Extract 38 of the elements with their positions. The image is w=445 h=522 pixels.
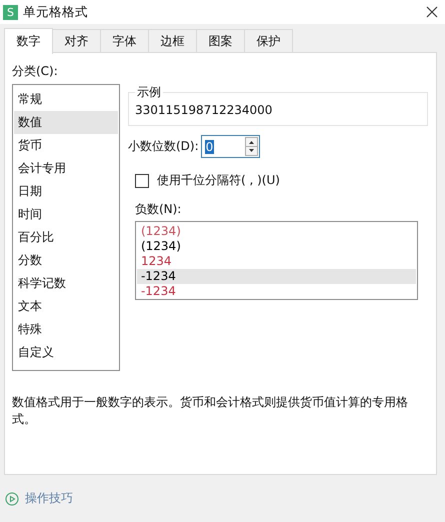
sample-label: 示例 xyxy=(136,84,162,101)
decimal-places-field[interactable]: 0 xyxy=(200,135,260,158)
negative-number-option[interactable]: (1234) xyxy=(136,224,416,239)
tab[interactable]: 图案 xyxy=(197,29,245,53)
category-item[interactable]: 货币 xyxy=(14,134,118,157)
description-text: 数值格式用于一般数字的表示。货币和会计格式则提供货币值计算的专用格式。 xyxy=(12,394,409,428)
app-icon: S xyxy=(3,4,18,20)
category-label: 分类(C): xyxy=(12,63,59,80)
category-item[interactable]: 常规 xyxy=(14,88,118,111)
category-item[interactable]: 百分比 xyxy=(14,226,118,249)
category-item[interactable]: 自定义 xyxy=(14,341,118,364)
negative-number-option[interactable]: 1234 xyxy=(136,254,416,269)
category-item[interactable]: 时间 xyxy=(14,203,118,226)
tab[interactable]: 边框 xyxy=(149,29,197,53)
sample-value: 330115198712234000 xyxy=(134,103,274,117)
category-item[interactable]: 数值 xyxy=(14,111,118,134)
negative-numbers-label: 负数(N): xyxy=(134,201,182,218)
tab[interactable]: 数字 xyxy=(4,28,53,54)
category-item[interactable]: 特殊 xyxy=(14,318,118,341)
window-title: 单元格格式 xyxy=(23,4,89,20)
category-item[interactable]: 日期 xyxy=(14,180,118,203)
tab[interactable]: 保护 xyxy=(245,29,293,53)
tips-link[interactable]: 操作技巧 xyxy=(25,490,73,507)
negative-number-option[interactable]: -1234 xyxy=(136,284,416,299)
spinner-arrows-icon[interactable] xyxy=(244,137,258,156)
tab[interactable]: 字体 xyxy=(101,29,149,53)
checkbox-label: 使用千位分隔符( , )(U) xyxy=(156,172,280,189)
close-icon[interactable] xyxy=(426,6,438,18)
negative-number-option[interactable]: -1234 xyxy=(136,269,416,284)
category-item[interactable]: 文本 xyxy=(14,295,118,318)
play-icon[interactable] xyxy=(5,492,19,506)
category-item[interactable]: 科学记数 xyxy=(14,272,118,295)
tab[interactable]: 对齐 xyxy=(53,29,101,53)
decimal-places-label: 小数位数(D): xyxy=(128,138,199,155)
checkbox[interactable] xyxy=(134,174,149,188)
category-item[interactable]: 分数 xyxy=(14,249,118,272)
negative-number-option[interactable]: (1234) xyxy=(136,239,416,254)
category-item[interactable]: 会计专用 xyxy=(14,157,118,180)
